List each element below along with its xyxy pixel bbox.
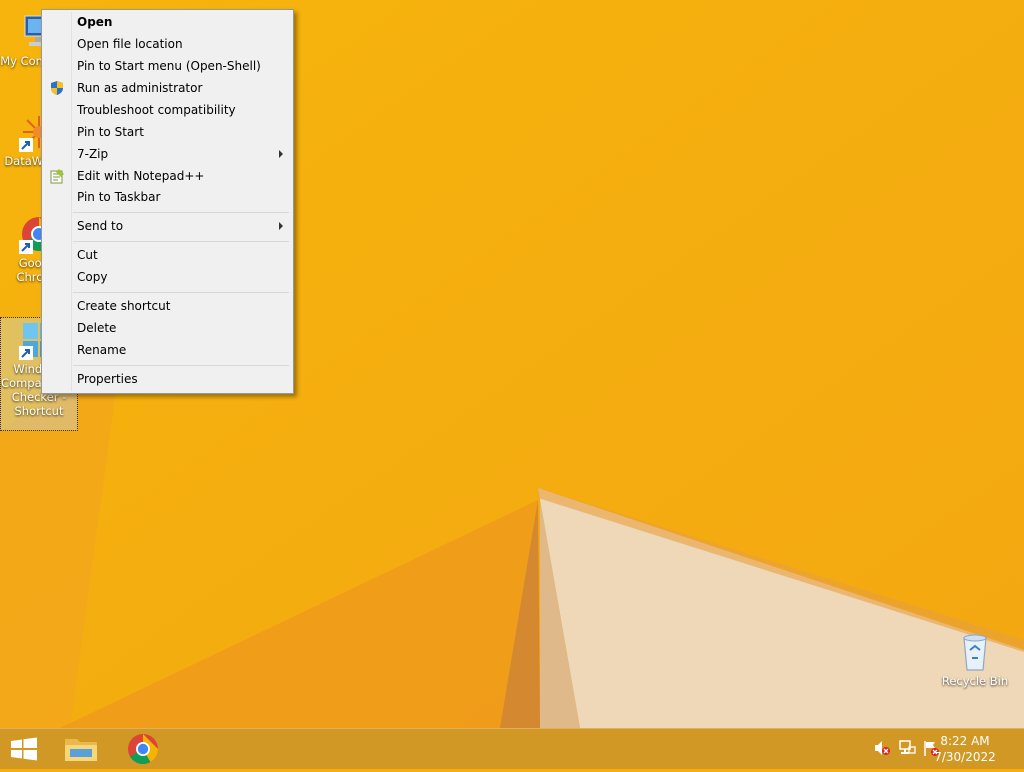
- menu-separator: [73, 212, 289, 213]
- recycle-bin-icon: [955, 632, 995, 672]
- menu-item-open-file-location[interactable]: Open file location: [44, 33, 291, 55]
- network-icon[interactable]: [898, 739, 916, 757]
- menu-item-label: 7-Zip: [77, 147, 109, 161]
- taskbar: 8:22 AM 7/30/2022: [0, 728, 1024, 769]
- menu-item-troubleshoot-compatibility[interactable]: Troubleshoot compatibility: [44, 99, 291, 121]
- menu-item-label: Rename: [77, 343, 127, 357]
- menu-separator: [73, 292, 289, 293]
- desktop-icon-recycle-bin[interactable]: Recycle Bin: [936, 632, 1014, 688]
- menu-item-7zip[interactable]: 7-Zip: [44, 143, 291, 165]
- shortcut-arrow-icon: [19, 240, 33, 254]
- menu-item-label: Create shortcut: [77, 299, 171, 313]
- system-clock[interactable]: 8:22 AM 7/30/2022: [930, 733, 1000, 765]
- menu-item-label: Cut: [77, 248, 98, 262]
- menu-item-label: Edit with Notepad++: [77, 169, 205, 183]
- menu-item-pin-to-start-menu-open-shell[interactable]: Pin to Start menu (Open-Shell): [44, 55, 291, 77]
- chrome-icon: [128, 734, 158, 765]
- menu-item-cut[interactable]: Cut: [44, 244, 291, 266]
- folder-icon: [65, 739, 97, 761]
- menu-item-copy[interactable]: Copy: [44, 266, 291, 288]
- menu-item-delete[interactable]: Delete: [44, 317, 291, 339]
- shortcut-arrow-icon: [19, 346, 33, 360]
- menu-separator: [73, 241, 289, 242]
- uac-shield-icon: [51, 81, 63, 95]
- menu-item-rename[interactable]: Rename: [44, 339, 291, 361]
- menu-item-label: Troubleshoot compatibility: [77, 103, 236, 117]
- clock-time: 8:22 AM: [940, 734, 990, 748]
- volume-muted-icon[interactable]: [873, 739, 891, 757]
- menu-item-pin-to-start[interactable]: Pin to Start: [44, 121, 291, 143]
- start-button[interactable]: [0, 729, 48, 769]
- menu-item-label: Open: [77, 15, 113, 29]
- menu-item-open[interactable]: Open: [44, 11, 291, 33]
- menu-item-properties[interactable]: Properties: [44, 368, 291, 390]
- desktop-icon-label: Recycle Bin: [941, 674, 1009, 688]
- taskbar-google-chrome[interactable]: [118, 729, 168, 769]
- menu-item-label: Properties: [77, 372, 138, 386]
- menu-item-run-as-administrator[interactable]: Run as administrator: [44, 77, 291, 99]
- context-menu: Open Open file location Pin to Start men…: [41, 9, 294, 394]
- menu-item-edit-with-notepadpp[interactable]: Edit with Notepad++: [44, 165, 291, 187]
- submenu-arrow-icon: [279, 150, 283, 158]
- taskbar-file-explorer[interactable]: [56, 729, 106, 769]
- submenu-arrow-icon: [279, 222, 283, 230]
- desktop[interactable]: My Computer DataWarrior Google Chrome Wi…: [0, 0, 1024, 728]
- menu-item-label: Copy: [77, 270, 108, 284]
- menu-item-label: Pin to Taskbar: [77, 190, 161, 204]
- menu-item-pin-to-taskbar[interactable]: Pin to Taskbar: [44, 186, 291, 208]
- menu-item-send-to[interactable]: Send to: [44, 215, 291, 237]
- menu-item-label: Run as administrator: [77, 81, 203, 95]
- menu-item-create-shortcut[interactable]: Create shortcut: [44, 295, 291, 317]
- clock-date: 7/30/2022: [934, 750, 996, 764]
- menu-item-label: Pin to Start: [77, 125, 144, 139]
- menu-item-label: Pin to Start menu (Open-Shell): [77, 59, 261, 73]
- shortcut-arrow-icon: [19, 138, 33, 152]
- menu-item-label: Open file location: [77, 37, 183, 51]
- notepadpp-icon: [50, 169, 64, 184]
- windows-logo-icon: [11, 737, 37, 761]
- menu-separator: [73, 365, 289, 366]
- menu-item-label: Send to: [77, 219, 124, 233]
- menu-item-label: Delete: [77, 321, 117, 335]
